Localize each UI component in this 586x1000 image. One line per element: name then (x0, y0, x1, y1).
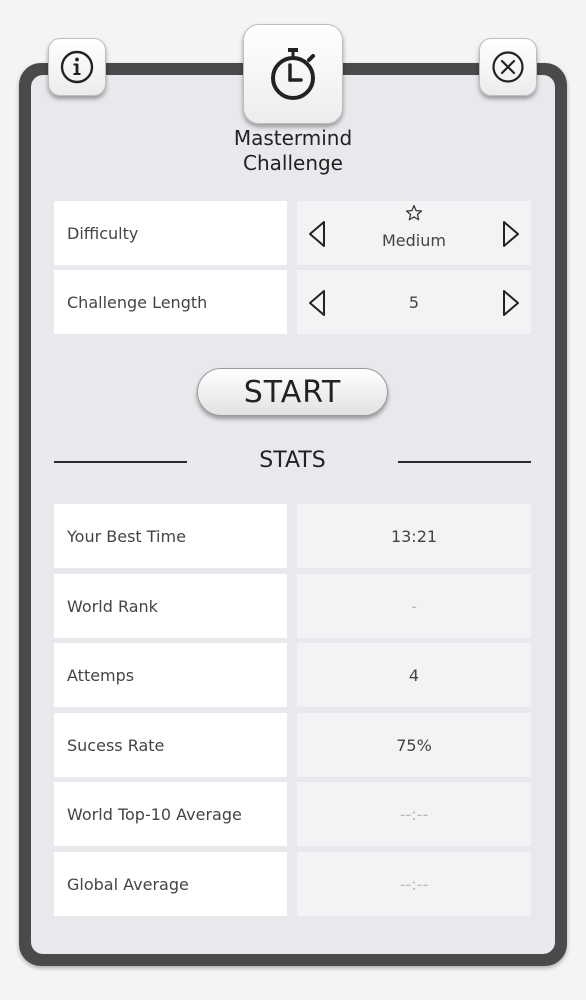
challenge-length-row: Challenge Length 5 (54, 270, 531, 334)
stat-label: Sucess Rate (54, 713, 287, 777)
stat-label: Global Average (54, 852, 287, 916)
triangle-left-icon (309, 221, 325, 247)
difficulty-selector: Medium (297, 201, 531, 265)
page-title: Mastermind Challenge (143, 126, 443, 176)
stats-header: STATS (54, 446, 531, 478)
stat-value: --:-- (297, 852, 531, 916)
title-line-1: Mastermind (233, 126, 353, 150)
stats-title: STATS (259, 448, 326, 473)
app-screen: Mastermind Challenge Difficulty Medium C… (0, 0, 586, 1000)
stat-label: Attemps (54, 643, 287, 707)
difficulty-value: Medium (382, 231, 446, 250)
stats-row-best-time: Your Best Time 13:21 (54, 504, 531, 568)
challenge-length-selector: 5 (297, 270, 531, 334)
stat-label: Your Best Time (54, 504, 287, 568)
challenge-length-value: 5 (408, 292, 420, 312)
title-line-2: Challenge (243, 151, 343, 175)
stats-row-success-rate: Sucess Rate 75% (54, 713, 531, 777)
length-next-button[interactable] (499, 288, 523, 318)
stat-value: --:-- (297, 782, 531, 846)
stat-value: - (297, 574, 531, 638)
stats-row-world-rank: World Rank - (54, 574, 531, 638)
challenge-length-label: Challenge Length (54, 270, 287, 334)
stats-row-global-average: Global Average --:-- (54, 852, 531, 916)
close-button[interactable] (479, 38, 537, 96)
stat-label: World Rank (54, 574, 287, 638)
stat-label: World Top-10 Average (54, 782, 287, 846)
timer-tile (243, 24, 343, 124)
difficulty-prev-button[interactable] (305, 219, 329, 249)
stat-value: 4 (297, 643, 531, 707)
difficulty-label: Difficulty (54, 201, 287, 265)
divider-right (398, 461, 531, 463)
triangle-right-icon (503, 221, 519, 247)
stat-value: 13:21 (297, 504, 531, 568)
close-circle-icon (492, 51, 524, 83)
stopwatch-icon (271, 48, 315, 100)
divider-left (54, 461, 187, 463)
difficulty-next-button[interactable] (499, 219, 523, 249)
triangle-right-icon (503, 290, 519, 316)
stats-row-attempts: Attemps 4 (54, 643, 531, 707)
star-outline-icon (405, 204, 423, 221)
start-button[interactable]: START (197, 368, 388, 416)
stats-row-top10-average: World Top-10 Average --:-- (54, 782, 531, 846)
triangle-left-icon (309, 290, 325, 316)
stat-value: 75% (297, 713, 531, 777)
length-prev-button[interactable] (305, 288, 329, 318)
difficulty-row: Difficulty Medium (54, 201, 531, 265)
info-button[interactable] (48, 38, 106, 96)
info-circle-icon (60, 50, 94, 84)
